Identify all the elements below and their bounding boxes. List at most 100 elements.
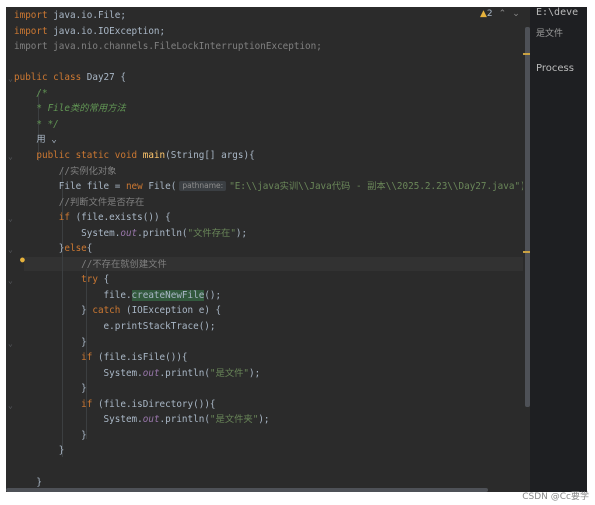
code-line: System.out.println("是文件"); (14, 367, 261, 381)
code-line: 用 ⌄ (14, 133, 57, 147)
code-line: File file = new File(pathname: "E:\\java实… (14, 180, 526, 194)
code-line: * File类的常用方法 (14, 102, 126, 116)
watermark: CSDN @Cc要学 (522, 492, 589, 502)
code-line: } (14, 336, 87, 350)
code-token: } (14, 476, 42, 488)
code-token: } (14, 336, 87, 348)
code-editor[interactable]: ⌄ ⌄ ⌄ ⌄ ⌄ ⌄ ⌄ import java.io.File; import java.… (6, 7, 530, 492)
code-token: main (142, 149, 166, 161)
code-token: { (103, 274, 110, 286)
code-line: file.createNewFile(); (14, 289, 221, 303)
code-line: } (14, 382, 87, 396)
code-token: File file = (14, 181, 126, 193)
error-stripe-marker[interactable] (523, 251, 530, 253)
code-token: * File类的常用方法 (14, 103, 126, 115)
code-token: import java.nio.channels.FileLockInterru… (14, 41, 322, 53)
code-token: "是文件" (209, 367, 250, 379)
code-line: public static void main(String[] args){ (14, 149, 254, 163)
code-line: //不存在就创建文件 (14, 258, 167, 272)
code-token: e.printStackTrace(); (14, 321, 216, 332)
code-token: } (14, 243, 65, 255)
code-line: } catch (IOException e) { (14, 304, 221, 318)
fold-icon[interactable]: ⌄ (8, 401, 13, 410)
code-line: try { (14, 273, 109, 287)
code-token: .println( (137, 227, 188, 239)
code-line: import java.nio.channels.FileLockInterru… (14, 40, 322, 54)
output-process: Process (536, 63, 574, 74)
code-token: out (120, 227, 138, 239)
chevron-up-icon[interactable]: ⌃ (499, 9, 507, 19)
code-token: if (81, 352, 98, 364)
code-token: (file.exists()) { (75, 212, 171, 224)
code-token: catch (92, 305, 126, 317)
fold-icon[interactable]: ⌄ (8, 339, 13, 348)
inspection-widget[interactable]: ▲2 ⌃ ⌄ (480, 7, 520, 20)
fold-icon[interactable]: ⌄ (8, 74, 13, 83)
code-token: (); (204, 289, 222, 301)
code-token: System. (14, 414, 143, 426)
vertical-scrollbar-thumb[interactable] (525, 27, 530, 407)
code-token: if (58, 212, 76, 224)
code-token: //实例化对象 (14, 165, 117, 177)
parameter-hint: pathname: (179, 181, 227, 192)
code-token: try (81, 274, 104, 286)
code-token: //判断文件是否存在 (14, 196, 145, 208)
code-line: } (14, 429, 87, 443)
code-line: import java.io.File; (14, 9, 126, 23)
code-token: .println( (159, 414, 210, 426)
code-line: }else{ (14, 242, 93, 256)
code-token: "E:\\java实训\\Java代码 - 副本\\2025.2.23\\Day… (229, 181, 526, 193)
code-token: else (64, 243, 87, 255)
output-line: 是文件 (536, 29, 564, 39)
code-token: out (142, 367, 160, 379)
code-token: "是文件夹" (209, 414, 259, 426)
warning-count: 2 (486, 8, 493, 19)
code-token: file. (14, 289, 132, 301)
code-token: } (14, 383, 87, 395)
code-token: out (142, 414, 160, 426)
warning-indicator[interactable]: ▲2 (480, 9, 493, 19)
code-line: /* (14, 87, 48, 101)
horizontal-scrollbar[interactable] (6, 488, 488, 492)
code-token: 用 ⌄ (14, 134, 57, 146)
ide-window: ⌄ ⌄ ⌄ ⌄ ⌄ ⌄ ⌄ import java.io.File; import java.… (6, 7, 587, 492)
code-token: createNewFile (131, 289, 205, 301)
code-token: java.io.File; (53, 10, 126, 21)
run-output-panel: E:\deve 是文件 Process (533, 7, 587, 492)
code-line: if (file.isFile()){ (14, 351, 187, 365)
code-line: if (file.exists()) { (14, 211, 171, 225)
code-token: "文件存在" (187, 227, 236, 239)
code-line: * */ (14, 118, 58, 132)
fold-icon[interactable]: ⌄ (8, 152, 13, 161)
code-token: public class (14, 72, 87, 84)
code-line: public class Day27 { (14, 71, 126, 85)
code-token: import (14, 10, 54, 21)
code-token: (IOException e) { (125, 305, 222, 317)
code-line: e.printStackTrace(); (14, 320, 216, 334)
code-line: if (file.isDirectory()){ (14, 398, 216, 412)
code-token: if (81, 398, 98, 410)
code-token: (file.isDirectory()){ (97, 398, 216, 410)
code-token: import (14, 25, 54, 37)
fold-icon[interactable]: ⌄ (8, 245, 13, 254)
code-token: { (86, 243, 93, 255)
code-token: Day27 { (86, 72, 126, 84)
code-line: //判断文件是否存在 (14, 196, 145, 210)
fold-icon[interactable]: ⌄ (8, 276, 13, 285)
lightbulb-icon[interactable]: ● (20, 255, 25, 264)
code-token: .println( (159, 367, 210, 379)
chevron-down-icon[interactable]: ⌄ (512, 9, 520, 19)
error-stripe-marker[interactable] (523, 53, 530, 55)
code-token: java.io.IOException; (53, 25, 166, 37)
code-token: ); (249, 367, 261, 379)
code-token: //不存在就创建文件 (14, 258, 167, 270)
code-token: ); (258, 414, 270, 426)
fold-icon[interactable]: ⌄ (8, 214, 13, 223)
code-token: /* (14, 87, 48, 99)
code-token: System. (14, 227, 121, 239)
code-token: public static void (36, 149, 143, 161)
